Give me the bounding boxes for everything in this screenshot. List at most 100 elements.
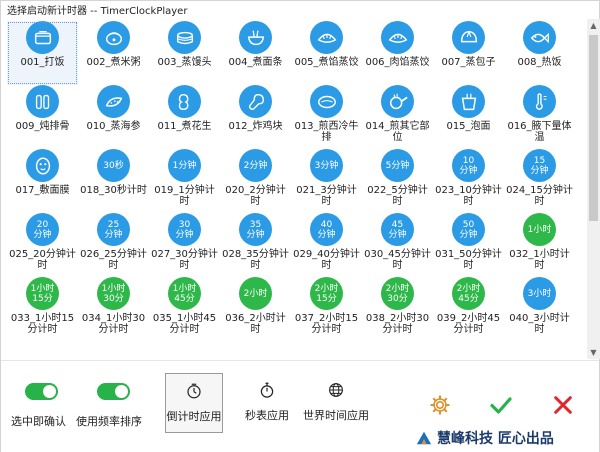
timer-tile[interactable]: 3小时 040_3小时计时 [504,277,575,341]
timer-tile[interactable]: 1分钟 019_1分钟计时 [149,149,220,213]
timer-tile[interactable]: 10 分钟 023_10分钟计时 [433,149,504,213]
cancel-close-icon[interactable] [549,391,577,419]
timer-tile[interactable]: 30秒 018_30秒计时 [78,149,149,213]
timer-label: 017_敷面膜 [15,185,70,196]
timer-label: 030_45分钟计时 [364,249,431,271]
timer-duration-badge: 3分钟 [310,149,343,182]
confirm-on-select-label: 选中即确认 [11,415,66,428]
timer-label: 007_蒸包子 [441,57,496,68]
timer-tile[interactable]: 011_煮花生 [149,85,220,149]
instant-noodle-icon [452,85,485,118]
timer-tile[interactable]: 001_打饭 [7,21,78,85]
timer-tile[interactable]: 3分钟 021_3分钟计时 [291,149,362,213]
timer-duration-badge: 35 分钟 [239,213,272,246]
timer-tile[interactable]: 014_煎其它部位 [362,85,433,149]
scroll-thumb[interactable] [589,35,598,221]
timer-duration-badge: 1小时 45分 [168,277,201,310]
timer-label: 037_2小时15分计时 [294,313,359,335]
timer-tile[interactable]: 30 分钟 027_30分钟计时 [149,213,220,277]
brand-mark-icon [416,431,432,445]
timer-duration-badge: 20 分钟 [26,213,59,246]
timer-tile[interactable]: 45 分钟 030_45分钟计时 [362,213,433,277]
timer-tile[interactable]: 2小时 45分 039_2小时45分计时 [433,277,504,341]
timer-tile[interactable]: 008_热饭 [504,21,575,85]
timer-label: 034_1小时30分计时 [81,313,146,335]
timer-tile[interactable]: 1小时 032_1小时计时 [504,213,575,277]
timer-tile[interactable]: 40 分钟 029_40分钟计时 [291,213,362,277]
timer-label: 025_20分钟计时 [9,249,76,271]
sort-by-frequency-toggle[interactable] [97,383,130,400]
dumpling-icon [381,21,414,54]
timer-tile[interactable]: 50 分钟 031_50分钟计时 [433,213,504,277]
noodle-bowl-icon [239,21,272,54]
stopwatch-icon [256,379,278,401]
confirm-check-icon[interactable] [487,391,515,419]
timer-label: 010_蒸海参 [86,121,141,132]
timer-duration-badge: 45 分钟 [381,213,414,246]
timer-tile[interactable]: 002_煮米粥 [78,21,149,85]
timer-duration-badge: 2小时 [239,277,272,310]
timer-label: 038_2小时30分计时 [365,313,430,335]
timer-label: 002_煮米粥 [86,57,141,68]
timer-duration-badge: 2分钟 [239,149,272,182]
vertical-scrollbar[interactable]: ▲ ▼ [587,19,600,359]
timer-label: 032_1小时计时 [509,249,570,271]
timer-list[interactable]: 001_打饭 002_煮米粥 003_蒸馒头 004_煮面条 005_煮馅蒸饺 006_肉… [1,19,586,359]
timer-label: 018_30秒计时 [80,185,147,196]
timer-tile[interactable]: 5分钟 022_5分钟计时 [362,149,433,213]
timer-label: 026_25分钟计时 [80,249,147,271]
timer-tile[interactable]: 2小时 036_2小时计时 [220,277,291,341]
timer-tile[interactable]: 20 分钟 025_20分钟计时 [7,213,78,277]
timer-tile[interactable]: 003_蒸馒头 [149,21,220,85]
fish-icon [523,21,556,54]
timer-label: 014_煎其它部位 [365,121,430,143]
timer-duration-badge: 1小时 15分 [26,277,59,310]
timer-label: 015_泡面 [446,121,491,132]
timer-label: 035_1小时45分计时 [152,313,217,335]
countdown-app-button[interactable]: 倒计时应用 [165,373,223,433]
dumpling-icon [310,21,343,54]
timer-tile[interactable]: 010_蒸海参 [78,85,149,149]
brand-text: 慧峰科技 匠心出品 [437,431,554,447]
timer-tile[interactable]: 007_蒸包子 [433,21,504,85]
timer-label: 028_35分钟计时 [222,249,289,271]
timer-icon [183,380,205,402]
timer-tile[interactable]: 006_肉馅蒸饺 [362,21,433,85]
confirm-on-select-toggle[interactable] [25,383,58,400]
bun-icon [452,21,485,54]
timer-tile[interactable]: 2小时 30分 038_2小时30分计时 [362,277,433,341]
timer-tile[interactable]: 017_敷面膜 [7,149,78,213]
timer-tile[interactable]: 005_煮馅蒸饺 [291,21,362,85]
timer-tile[interactable]: 015_泡面 [433,85,504,149]
timer-tile[interactable]: 009_炖排骨 [7,85,78,149]
rice-cooker-icon [97,21,130,54]
stopwatch-app-button[interactable]: 秒表应用 [239,379,295,423]
timer-tile[interactable]: 2分钟 020_2分钟计时 [220,149,291,213]
timer-tile[interactable]: 004_煮面条 [220,21,291,85]
timer-duration-badge: 2小时 30分 [381,277,414,310]
timer-tile[interactable]: 15 分钟 024_15分钟计时 [504,149,575,213]
sort-by-frequency-label: 使用频率排序 [76,415,142,428]
stopwatch-app-label: 秒表应用 [245,409,289,422]
settings-gear-icon[interactable] [426,391,454,419]
timer-select-window: 选择启动新计时器 -- TimerClockPlayer 001_打饭 002_煮… [0,0,600,452]
timer-tile[interactable]: 25 分钟 026_25分钟计时 [78,213,149,277]
timer-tile[interactable]: 1小时 45分 035_1小时45分计时 [149,277,220,341]
timer-label: 020_2分钟计时 [225,185,286,207]
timer-tile[interactable]: 2小时 15分 037_2小时15分计时 [291,277,362,341]
timer-duration-badge: 3小时 [523,277,556,310]
timer-tile[interactable]: 012_炸鸡块 [220,85,291,149]
timer-label: 011_煮花生 [157,121,212,132]
timer-tile[interactable]: 35 分钟 028_35分钟计时 [220,213,291,277]
timer-label: 013_煎西冷牛排 [294,121,359,143]
timer-tile[interactable]: 1小时 15分 033_1小时15分计时 [7,277,78,341]
timer-tile[interactable]: 016_腋下量体温 [504,85,575,149]
timer-label: 021_3分钟计时 [296,185,357,207]
drumstick-icon [239,85,272,118]
world-time-app-button[interactable]: 世界时间应用 [301,379,371,423]
scroll-down-icon[interactable]: ▼ [587,346,600,359]
timer-tile[interactable]: 013_煎西冷牛排 [291,85,362,149]
timer-tile[interactable]: 1小时 30分 034_1小时30分计时 [78,277,149,341]
timer-duration-badge: 30秒 [97,149,130,182]
scroll-up-icon[interactable]: ▲ [587,19,600,32]
